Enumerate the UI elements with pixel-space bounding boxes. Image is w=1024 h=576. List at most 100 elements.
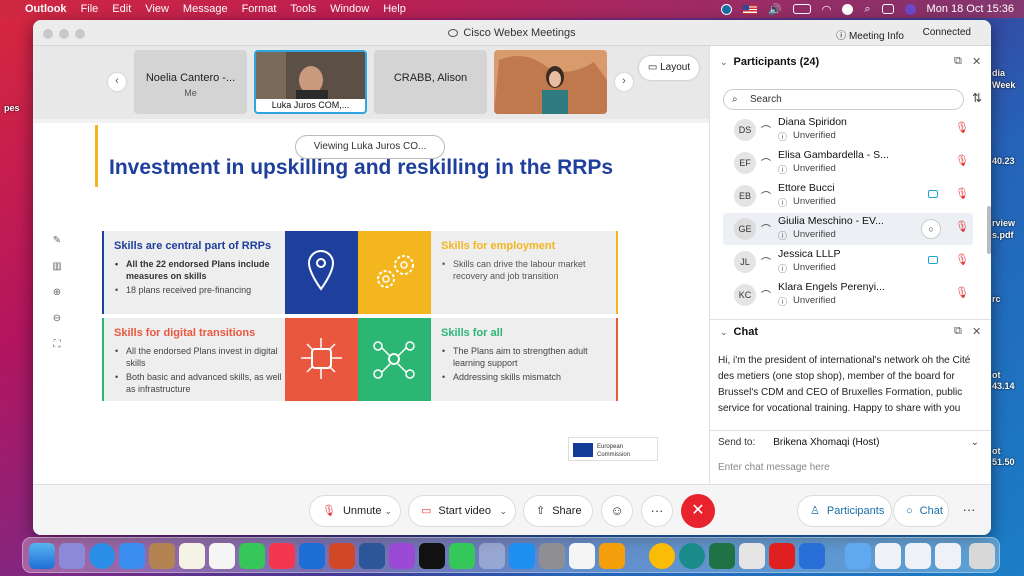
chevron-down-icon[interactable]: ⌄ <box>720 57 728 67</box>
safari-icon[interactable] <box>89 543 115 569</box>
annotate-pen-icon[interactable]: ✎ <box>53 235 61 246</box>
notes-icon[interactable] <box>179 543 205 569</box>
layout-button[interactable]: ▭ Layout <box>639 56 699 80</box>
webex-status-icon[interactable] <box>721 3 733 15</box>
participant-search-input[interactable]: ⌕ Search <box>723 89 964 110</box>
powerpoint-icon[interactable] <box>329 543 355 569</box>
zoom-in-icon[interactable]: ⊕ <box>53 287 61 298</box>
mic-muted-icon[interactable]: 🎙 <box>955 187 969 200</box>
finder-icon[interactable] <box>29 543 55 569</box>
user-icon[interactable] <box>842 3 854 15</box>
volume-icon[interactable]: 🔊 <box>768 3 782 16</box>
launchpad-icon[interactable] <box>59 543 85 569</box>
participants-header[interactable]: ⌄ Participants (24) <box>720 56 819 68</box>
popout-icon[interactable]: ⧉ <box>954 325 962 338</box>
app-store-icon[interactable] <box>509 543 535 569</box>
document-preview-icon[interactable] <box>905 543 931 569</box>
participant-row[interactable]: DS ⌒ Diana Spiridon ⓘ Unverified 🎙 <box>723 114 973 146</box>
mic-muted-icon[interactable]: 🎙 <box>955 121 969 134</box>
us-flag-icon[interactable] <box>743 4 758 14</box>
mail-icon[interactable] <box>119 543 145 569</box>
folder-icon[interactable] <box>845 543 871 569</box>
outlook-icon[interactable] <box>299 543 325 569</box>
chat-bubble-icon[interactable]: ○ <box>921 219 941 239</box>
start-video-button[interactable]: ▭ Start video ⌄ <box>408 495 516 527</box>
participant-row[interactable]: EB ⌒ Ettore Bucci ⓘ Unverified 🎙 <box>723 180 973 212</box>
mic-muted-icon[interactable]: 🎙 <box>955 220 969 233</box>
zoom-out-icon[interactable]: ⊖ <box>53 313 61 324</box>
thumbnail-prev-button[interactable]: ‹ <box>108 73 126 91</box>
menu-help[interactable]: Help <box>376 3 413 15</box>
send-to-selector[interactable]: Send to: Brikena Xhomaqi (Host) <box>718 437 879 448</box>
news-icon[interactable] <box>569 543 595 569</box>
trash-icon[interactable] <box>969 543 995 569</box>
help-icon[interactable] <box>479 543 505 569</box>
menu-tools[interactable]: Tools <box>283 3 323 15</box>
webex-icon[interactable] <box>679 543 705 569</box>
books-icon[interactable] <box>599 543 625 569</box>
siri-icon[interactable] <box>904 3 916 15</box>
connection-status[interactable]: Connected <box>923 27 971 38</box>
video-thumbnail[interactable]: CRABB, Alison <box>374 50 487 114</box>
mic-muted-icon[interactable]: 🎙 <box>955 154 969 167</box>
menu-edit[interactable]: Edit <box>105 3 138 15</box>
printer-icon[interactable] <box>739 543 765 569</box>
menu-message[interactable]: Message <box>176 3 235 15</box>
chat-button[interactable]: ○ Chat <box>893 495 949 527</box>
teams-icon[interactable] <box>799 543 825 569</box>
participant-row[interactable]: EF ⌒ Elisa Gambardella - S... ⓘ Unverifi… <box>723 147 973 179</box>
chevron-down-icon[interactable]: ⌄ <box>971 437 979 448</box>
photos-icon[interactable] <box>209 543 235 569</box>
wifi-icon[interactable]: ◠ <box>822 3 832 16</box>
video-thumbnail[interactable]: Noelia Cantero -... Me <box>134 50 247 114</box>
chat-input[interactable]: Enter chat message here <box>718 462 830 473</box>
sort-icon[interactable]: ⇅ <box>972 91 982 105</box>
video-thumbnail[interactable] <box>494 50 607 114</box>
popout-icon[interactable]: ⧉ <box>954 55 962 68</box>
chevron-down-icon[interactable]: ⌄ <box>720 327 728 337</box>
unmute-button[interactable]: 🎙 Unmute ⌄ <box>309 495 401 527</box>
mic-muted-icon[interactable]: 🎙 <box>955 253 969 266</box>
video-thumbnail-active-speaker[interactable]: Luka Juros COM,... <box>254 50 367 114</box>
mic-muted-icon[interactable]: 🎙 <box>955 286 969 299</box>
reactions-button[interactable]: ☺ <box>601 495 633 527</box>
system-preferences-icon[interactable] <box>539 543 565 569</box>
chevron-down-icon[interactable]: ⌄ <box>499 496 507 526</box>
document-preview-icon[interactable] <box>875 543 901 569</box>
chrome-icon[interactable] <box>649 543 675 569</box>
menu-window[interactable]: Window <box>323 3 376 15</box>
close-icon[interactable]: ✕ <box>972 325 981 338</box>
highlighter-icon[interactable]: ▥ <box>52 261 61 272</box>
battery-icon[interactable] <box>792 4 811 14</box>
thumbnail-next-button[interactable]: › <box>615 73 633 91</box>
leave-meeting-button[interactable]: ✕ <box>681 494 715 528</box>
acrobat-icon[interactable] <box>769 543 795 569</box>
viewing-indicator[interactable]: Viewing Luka Juros CO... <box>295 135 445 159</box>
document-preview-icon[interactable] <box>935 543 961 569</box>
word-icon[interactable] <box>359 543 385 569</box>
chevron-down-icon[interactable]: ⌄ <box>384 496 392 526</box>
search-icon[interactable]: ⌕ <box>864 3 870 16</box>
participants-scrollbar[interactable] <box>987 206 991 254</box>
control-center-icon[interactable] <box>881 4 894 14</box>
fit-screen-icon[interactable]: ⛶ <box>54 339 61 350</box>
meeting-info-button[interactable]: ⓘ Meeting Info <box>836 27 904 42</box>
podcasts-icon[interactable] <box>389 543 415 569</box>
share-button[interactable]: ⇧ Share <box>523 495 593 527</box>
apple-tv-icon[interactable] <box>419 543 445 569</box>
close-icon[interactable]: ✕ <box>972 55 981 68</box>
contacts-icon[interactable] <box>149 543 175 569</box>
facetime-icon[interactable] <box>449 543 475 569</box>
menu-view[interactable]: View <box>138 3 176 15</box>
more-options-button[interactable]: ··· <box>953 495 985 527</box>
excel-icon[interactable] <box>709 543 735 569</box>
menubar-clock[interactable]: Mon 18 Oct 15:36 <box>927 3 1014 15</box>
menu-format[interactable]: Format <box>235 3 284 15</box>
participant-row[interactable]: JL ⌒ Jessica LLLP ⓘ Unverified 🎙 <box>723 246 973 278</box>
menu-app-name[interactable]: Outlook <box>18 3 74 15</box>
menu-file[interactable]: File <box>74 3 106 15</box>
participant-row[interactable]: GE ⌒ Giulia Meschino - EV... ⓘ Unverifie… <box>723 213 973 245</box>
participants-button[interactable]: ♙ Participants <box>797 495 892 527</box>
messages-icon[interactable] <box>239 543 265 569</box>
chat-header[interactable]: ⌄ Chat <box>720 326 758 338</box>
